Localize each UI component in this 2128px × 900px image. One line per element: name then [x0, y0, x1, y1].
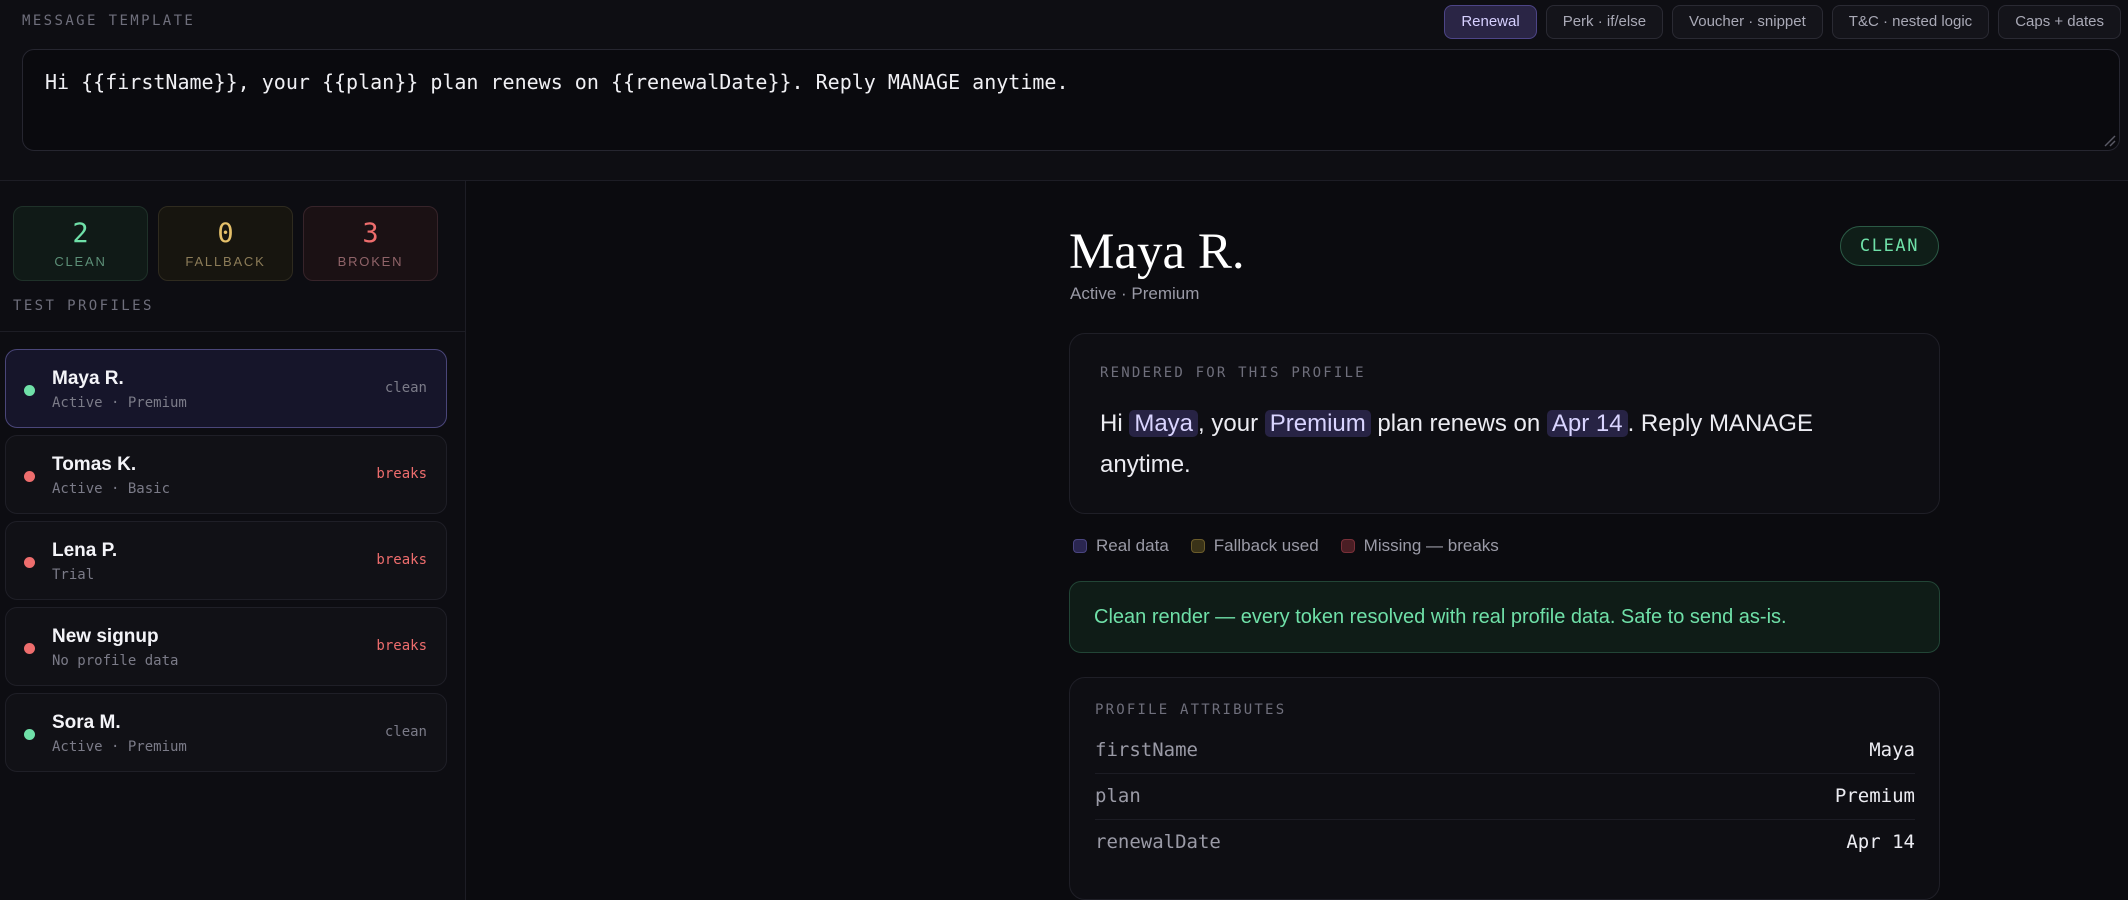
profile-name: Maya R. — [52, 368, 124, 389]
text-segment: plan renews on — [1370, 410, 1547, 437]
attribute-row: plan Premium — [1095, 774, 1915, 820]
profile-name: Sora M. — [52, 712, 121, 733]
preset-tabs: Renewal Perk · if/else Voucher · snippet… — [1444, 5, 2121, 39]
missing-swatch-icon — [1340, 539, 1355, 553]
attribute-value: Apr 14 — [1846, 831, 1915, 853]
status-dot-icon — [24, 729, 35, 740]
stat-broken-label: BROKEN — [337, 254, 404, 269]
attribute-row: renewalDate Apr 14 — [1095, 820, 1915, 866]
attribute-row: firstName Maya — [1095, 728, 1915, 774]
legend-real-label: Real data — [1096, 536, 1169, 555]
stat-fallback-count: 0 — [217, 218, 234, 249]
token-legend: Real data Fallback used Missing — breaks — [1073, 536, 1499, 556]
profile-subtitle: No profile data — [52, 653, 179, 669]
profile-item[interactable]: Sora M. Active · Premium clean — [5, 693, 447, 772]
stat-clean-count: 2 — [72, 218, 89, 249]
token-plan: Premium — [1264, 410, 1371, 437]
profile-status: clean — [384, 724, 427, 740]
profile-subtitle: Active · Premium — [52, 395, 187, 411]
attribute-key: plan — [1095, 785, 1141, 807]
status-badge: CLEAN — [1840, 226, 1939, 266]
page-title: Maya R. — [1069, 224, 1245, 280]
legend-fallback: Fallback used — [1190, 536, 1319, 556]
attributes-heading: PROFILE ATTRIBUTES — [1095, 702, 1287, 718]
profile-item[interactable]: Lena P. Trial breaks — [5, 521, 447, 600]
legend-missing: Missing — breaks — [1340, 536, 1499, 556]
preset-renewal[interactable]: Renewal — [1444, 5, 1537, 39]
status-dot-icon — [24, 471, 35, 482]
profile-subtitle: Active · Premium — [52, 739, 187, 755]
resize-grip-icon[interactable] — [2102, 133, 2116, 147]
legend-fallback-label: Fallback used — [1213, 536, 1319, 555]
legend-missing-label: Missing — breaks — [1363, 536, 1499, 555]
stat-clean-label: CLEAN — [54, 254, 107, 269]
profile-item[interactable]: Tomas K. Active · Basic breaks — [5, 435, 447, 514]
stat-broken: 3 BROKEN — [303, 206, 438, 281]
profile-status: breaks — [376, 638, 427, 654]
real-data-swatch-icon — [1073, 539, 1087, 553]
template-label: MESSAGE TEMPLATE — [22, 13, 196, 29]
legend-real: Real data — [1073, 536, 1169, 556]
text-segment: Hi — [1100, 410, 1130, 437]
attribute-key: renewalDate — [1095, 831, 1221, 853]
profile-attributes-card: PROFILE ATTRIBUTES firstName Maya plan P… — [1069, 677, 1940, 900]
text-segment: , your — [1198, 410, 1265, 437]
status-dot-icon — [24, 557, 35, 568]
token-renewal-date: Apr 14 — [1546, 410, 1628, 437]
profile-subtitle: Trial — [52, 567, 95, 583]
profile-subtitle: Active · Basic — [52, 481, 171, 497]
fallback-swatch-icon — [1190, 539, 1205, 553]
status-dot-icon — [24, 385, 35, 396]
token-first-name: Maya — [1129, 410, 1199, 437]
profile-item[interactable]: New signup No profile data breaks — [5, 607, 447, 686]
profile-meta: Active · Premium — [1070, 284, 1200, 303]
profiles-heading: TEST PROFILES — [13, 298, 154, 314]
profile-status: clean — [384, 380, 427, 396]
profile-name: Tomas K. — [52, 454, 137, 475]
profile-name: New signup — [52, 626, 159, 647]
clean-render-banner: Clean render — every token resolved with… — [1069, 581, 1940, 653]
attribute-key: firstName — [1095, 739, 1198, 761]
preset-perk[interactable]: Perk · if/else — [1545, 5, 1664, 39]
preset-voucher[interactable]: Voucher · snippet — [1672, 5, 1823, 39]
divider — [0, 331, 465, 332]
status-dot-icon — [24, 643, 35, 654]
profile-item[interactable]: Maya R. Active · Premium clean — [5, 349, 447, 428]
stat-fallback-label: FALLBACK — [185, 254, 266, 269]
profile-status: breaks — [376, 466, 427, 482]
template-input[interactable]: Hi {{firstName}}, your {{plan}} plan ren… — [22, 49, 2120, 151]
attribute-value: Premium — [1834, 785, 1915, 807]
rendered-message: Hi Maya, your Premium plan renews on Apr… — [1100, 403, 1900, 485]
sidebar: 2 CLEAN 0 FALLBACK 3 BROKEN TEST PROFILE… — [0, 181, 466, 900]
stat-fallback: 0 FALLBACK — [158, 206, 293, 281]
template-text[interactable]: Hi {{firstName}}, your {{plan}} plan ren… — [45, 70, 1069, 94]
stat-broken-count: 3 — [362, 218, 379, 249]
profile-status: breaks — [376, 552, 427, 568]
rendered-label: RENDERED FOR THIS PROFILE — [1100, 365, 1366, 381]
preset-tc[interactable]: T&C · nested logic — [1831, 5, 1990, 39]
preset-caps-dates[interactable]: Caps + dates — [1998, 5, 2121, 39]
stat-clean: 2 CLEAN — [13, 206, 148, 281]
attribute-value: Maya — [1869, 739, 1915, 761]
template-editor-bar: MESSAGE TEMPLATE Renewal Perk · if/else … — [0, 0, 2128, 181]
rendered-preview-card: RENDERED FOR THIS PROFILE Hi Maya, your … — [1069, 333, 1940, 514]
profile-name: Lena P. — [52, 540, 118, 561]
